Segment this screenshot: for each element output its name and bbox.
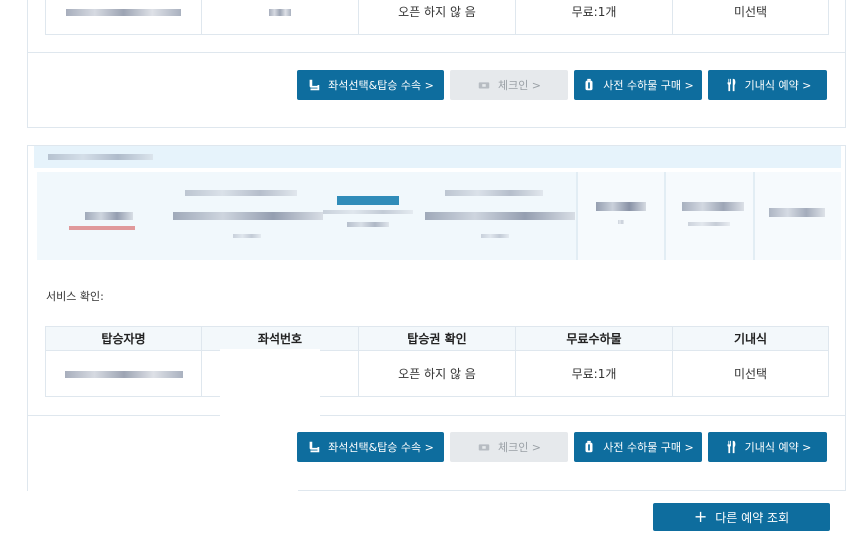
seat-checkin-button[interactable]: 좌석선택&탑승 수속 > [297,432,444,462]
ticket-icon [478,444,490,451]
flight-route-summary [37,172,578,260]
passenger-name-cell [45,0,202,35]
flight-header [34,146,841,168]
cutlery-icon [727,440,735,454]
action-buttons-1: 좌석선택&탑승 수속 > 체크인 > 사전 수하물 구매 > 기내식 예약 > [297,70,827,100]
header-passenger-name: 탑승자명 [45,326,202,351]
header-meal: 기내식 [672,326,829,351]
service-confirmation-label: 서비스 확인: [46,290,104,303]
luggage-icon [585,440,593,453]
booking-card-2: 서비스 확인: 탑승자명 좌석번호 탑승권 확인 무료수하물 기내식 오픈 하지… [27,145,846,492]
seat-checkin-button[interactable]: 좌석선택&탑승 수속 > [297,70,444,100]
baggage-purchase-button[interactable]: 사전 수하물 구매 > [574,432,702,462]
baggage-purchase-button[interactable]: 사전 수하물 구매 > [574,70,702,100]
flight-info-cell [666,172,755,260]
ticket-icon [478,82,490,89]
meal-cell: 미선택 [672,0,829,35]
flight-itinerary [37,172,841,260]
header-boarding-pass: 탑승권 확인 [358,326,516,351]
checkin-button[interactable]: 체크인 > [450,70,568,100]
checkin-button[interactable]: 체크인 > [450,432,568,462]
meal-cell: 미선택 [672,350,829,397]
table-header-row: 탑승자명 좌석번호 탑승권 확인 무료수하물 기내식 [45,326,829,351]
table-row: 오픈 하지 않 음 무료:1개 미선택 [45,350,829,397]
flight-info-cell [578,172,667,260]
flight-info-cell [754,172,841,260]
action-buttons-2: 좌석선택&탑승 수속 > 체크인 > 사전 수하물 구매 > 기내식 예약 > [297,432,827,462]
other-booking-lookup-button[interactable]: + 다른 예약 조회 [653,503,830,531]
boarding-pass-cell: 오픈 하지 않 음 [358,350,516,397]
header-free-baggage: 무료수하물 [515,326,673,351]
seat-number-cell [201,0,359,35]
passenger-table-2: 탑승자명 좌석번호 탑승권 확인 무료수하물 기내식 오픈 하지 않 음 무료:… [45,326,829,397]
table-row: 오픈 하지 않 음 무료:1개 미선택 [45,0,829,35]
cutlery-icon [727,78,735,92]
passenger-name-cell [45,350,202,397]
boarding-pass-cell: 오픈 하지 않 음 [358,0,516,35]
plus-icon: + [693,507,708,526]
booking-card-1: 오픈 하지 않 음 무료:1개 미선택 좌석선택&탑승 수속 > 체크인 > 사… [27,0,846,128]
divider [28,52,845,53]
free-baggage-cell: 무료:1개 [515,350,673,397]
header-seat-number: 좌석번호 [201,326,359,351]
meal-reservation-button[interactable]: 기내식 예약 > [708,70,827,100]
seat-icon [309,79,320,91]
luggage-icon [585,78,593,91]
seat-icon [309,441,320,453]
meal-reservation-button[interactable]: 기내식 예약 > [708,432,827,462]
free-baggage-cell: 무료:1개 [515,0,673,35]
passenger-table-1: 오픈 하지 않 음 무료:1개 미선택 [45,0,829,35]
